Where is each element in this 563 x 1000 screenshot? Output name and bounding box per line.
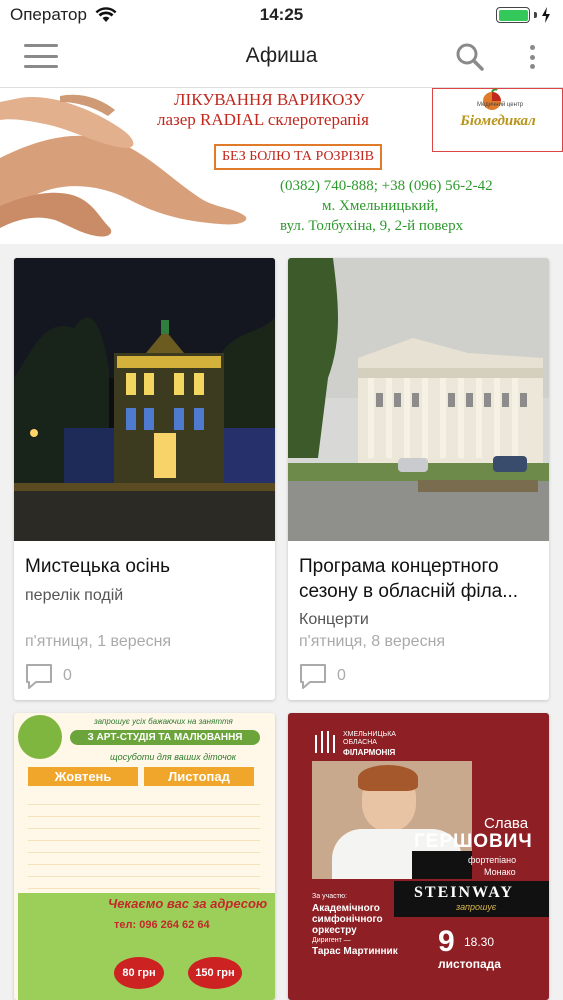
event-image — [288, 258, 549, 541]
event-card[interactable]: ХМЕЛЬНИЦЬКА ОБЛАСНА ФІЛАРМОНІЯ Слава ГЕР… — [288, 713, 549, 1000]
event-category: Концерти — [299, 611, 369, 628]
battery-indicator — [496, 7, 551, 23]
app-bar: Афиша — [0, 30, 563, 88]
clock: 14:25 — [259, 5, 304, 24]
event-poster: ХМЕЛЬНИЦЬКА ОБЛАСНА ФІЛАРМОНІЯ Слава ГЕР… — [288, 713, 549, 1000]
event-card[interactable]: запрошує усіх бажаючих на заняття З АРТ-… — [14, 713, 275, 1000]
event-title: Мистецька осінь — [25, 556, 171, 577]
ad-headline: ЛІКУВАННЯ ВАРИКОЗУ — [174, 90, 365, 109]
ad-city: м. Хмельницький, — [322, 198, 439, 214]
comment-icon — [300, 664, 326, 689]
comments-number: 0 — [337, 667, 346, 684]
status-bar: Оператор 14:25 — [0, 0, 563, 30]
event-image — [14, 258, 275, 541]
performer-photo — [312, 761, 472, 879]
event-card[interactable]: Програма концертного сезону в обласній ф… — [288, 258, 549, 700]
ad-boxed-text: БЕЗ БОЛЮ ТА РОЗРІЗІВ — [214, 144, 383, 170]
comments-count[interactable]: 0 — [299, 663, 346, 689]
charging-icon — [542, 7, 550, 23]
search-icon[interactable] — [455, 42, 485, 72]
steinway-banner: STEINWAY запрошує — [394, 881, 549, 917]
more-options-icon[interactable] — [522, 42, 542, 72]
event-date: п'ятниця, 1 вересня — [25, 633, 172, 650]
organ-logo-icon — [315, 731, 335, 753]
event-date: п'ятниця, 8 вересня — [299, 633, 446, 650]
event-poster: запрошує усіх бажаючих на заняття З АРТ-… — [14, 713, 275, 1000]
schedule-table — [28, 793, 260, 893]
comments-number: 0 — [63, 667, 72, 684]
ad-address: вул. Толбухіна, 9, 2-й поверх — [280, 218, 464, 234]
event-category: перелік подій — [25, 587, 124, 604]
ad-banner[interactable]: ЛІКУВАННЯ ВАРИКОЗУ лазер RADIAL склероте… — [0, 88, 563, 244]
ad-subheadline: лазер RADIAL склеротерапія — [157, 110, 369, 129]
comments-count[interactable]: 0 — [25, 663, 72, 689]
clinic-logo: Медичний центр Біомедикал — [432, 88, 563, 152]
ad-phones: (0382) 740-888; +38 (096) 56-2-42 — [280, 178, 493, 194]
event-title: Програма концертного сезону в обласній ф… — [299, 556, 519, 602]
battery-icon — [496, 7, 530, 23]
comment-icon — [26, 664, 52, 689]
event-card[interactable]: Мистецька осінь перелік подій п'ятниця, … — [14, 258, 275, 700]
studio-logo — [18, 715, 62, 759]
